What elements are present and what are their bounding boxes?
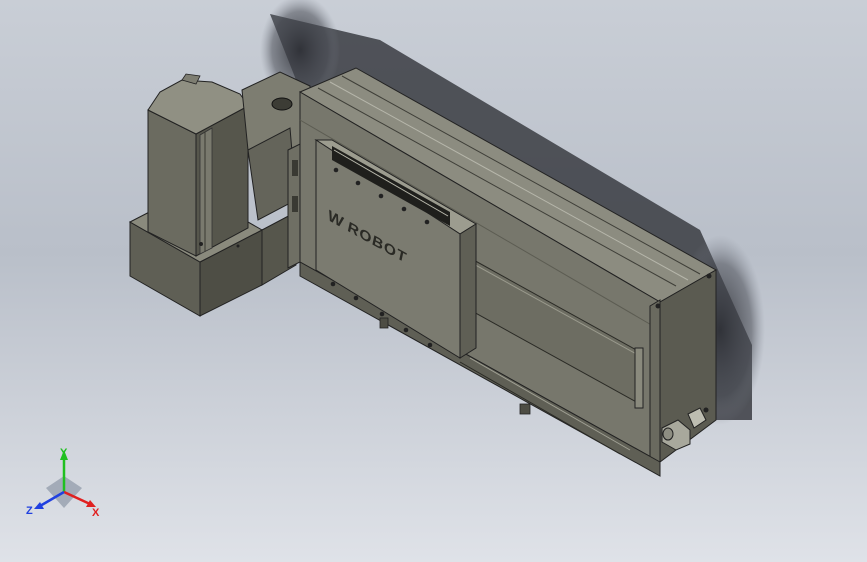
z-axis-label: Z (26, 505, 33, 517)
x-axis-label: X (92, 507, 100, 519)
orientation-triad[interactable]: Y X Z (22, 446, 108, 526)
servo-motor[interactable] (147, 73, 251, 257)
y-axis-label: Y (60, 447, 68, 459)
cad-viewport[interactable]: W ROBOT Y X Z (0, 0, 867, 562)
